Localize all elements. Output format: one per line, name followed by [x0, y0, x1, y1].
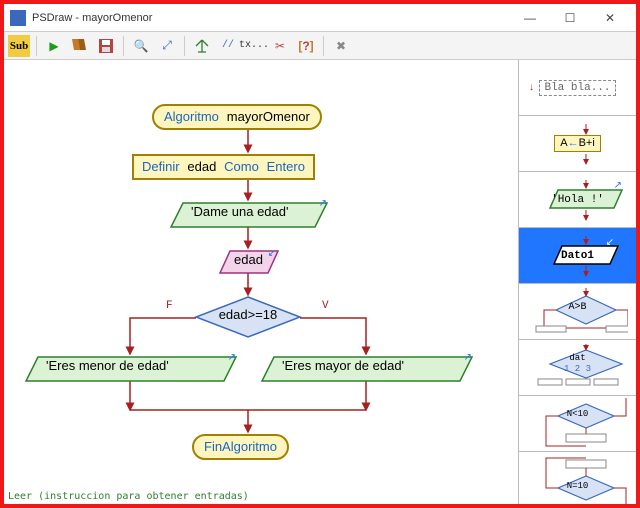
palette-output[interactable]: 'Hola !' ↗: [519, 172, 636, 228]
define-kw2: Como: [224, 159, 259, 174]
cut-button[interactable]: ✂: [269, 35, 291, 57]
status-bar: Leer (instruccion para obtener entradas): [8, 491, 249, 502]
palette-input[interactable]: Dato1 ↙: [519, 228, 636, 284]
maximize-button[interactable]: ☐: [550, 7, 590, 29]
output-arrow-icon: ↗: [319, 198, 327, 209]
output-arrow-icon: ↗: [228, 352, 236, 363]
window-controls: — ☐ ✕: [510, 7, 630, 29]
define-type: Entero: [267, 159, 305, 174]
palette-assign[interactable]: A←B+i: [519, 116, 636, 172]
sub-button[interactable]: Sub: [8, 35, 30, 57]
app-icon: [10, 10, 26, 26]
output-arrow-icon: ↗: [464, 352, 472, 363]
define-kw1: Definir: [142, 159, 180, 174]
save-button[interactable]: [95, 35, 117, 57]
palette-decision[interactable]: A>B: [519, 284, 636, 340]
palette-select[interactable]: dat 1 2 3: [519, 340, 636, 396]
true-label: V: [322, 300, 329, 312]
separator: [36, 36, 37, 56]
start-keyword: Algoritmo: [164, 109, 219, 124]
ruler-button[interactable]: //: [217, 35, 239, 57]
end-node[interactable]: FinAlgoritmo: [192, 434, 289, 460]
help-button[interactable]: [?]: [295, 35, 317, 57]
true-output-text: 'Eres mayor de edad': [274, 356, 488, 375]
input-arrow-icon: ↙: [606, 237, 614, 248]
define-node[interactable]: Definir edad Como Entero: [132, 154, 315, 180]
element-palette: ↓ Bla bla... A←B+i 'Hola !' ↗ Dato1 ↙ A>…: [518, 60, 636, 504]
delete-button[interactable]: ✖: [330, 35, 352, 57]
separator: [123, 36, 124, 56]
false-output-text: 'Eres menor de edad': [38, 356, 252, 375]
titlebar: PSDraw - mayorOmenor — ☐ ✕: [4, 4, 636, 32]
palette-repeat[interactable]: N=10: [519, 452, 636, 504]
start-node[interactable]: Algoritmo mayorOmenor: [152, 104, 322, 130]
false-output-node[interactable]: 'Eres menor de edad' ↗: [24, 356, 238, 382]
fit-button[interactable]: ⤢: [156, 35, 178, 57]
input-node[interactable]: edad ↙: [218, 250, 280, 274]
books-icon[interactable]: [69, 35, 91, 57]
end-keyword: FinAlgoritmo: [204, 439, 277, 454]
palette-while[interactable]: N<10: [519, 396, 636, 452]
autolayout-button[interactable]: [191, 35, 213, 57]
run-button[interactable]: ▶: [43, 35, 65, 57]
input-arrow-icon: ↙: [268, 248, 276, 259]
text-button[interactable]: tx...: [243, 35, 265, 57]
false-label: F: [166, 300, 173, 312]
separator: [184, 36, 185, 56]
algorithm-name: mayorOmenor: [227, 109, 310, 124]
close-button[interactable]: ✕: [590, 7, 630, 29]
define-var: edad: [187, 159, 216, 174]
output-arrow-icon: ↗: [614, 180, 622, 191]
toolbar: Sub ▶ 🔍 ⤢ // tx... ✂ [?] ✖: [4, 32, 636, 60]
minimize-button[interactable]: —: [510, 7, 550, 29]
window-title: PSDraw - mayorOmenor: [32, 12, 152, 24]
separator: [323, 36, 324, 56]
zoom-button[interactable]: 🔍: [130, 35, 152, 57]
output-prompt-node[interactable]: 'Dame una edad' ↗: [169, 202, 329, 228]
true-output-node[interactable]: 'Eres mayor de edad' ↗: [260, 356, 474, 382]
input-var-text: edad: [226, 250, 288, 269]
decision-text: edad>=18: [194, 296, 302, 322]
palette-comment[interactable]: ↓ Bla bla...: [519, 60, 636, 116]
decision-node[interactable]: edad>=18: [194, 296, 302, 338]
flowchart-canvas[interactable]: Algoritmo mayorOmenor Definir edad Como …: [4, 60, 518, 504]
